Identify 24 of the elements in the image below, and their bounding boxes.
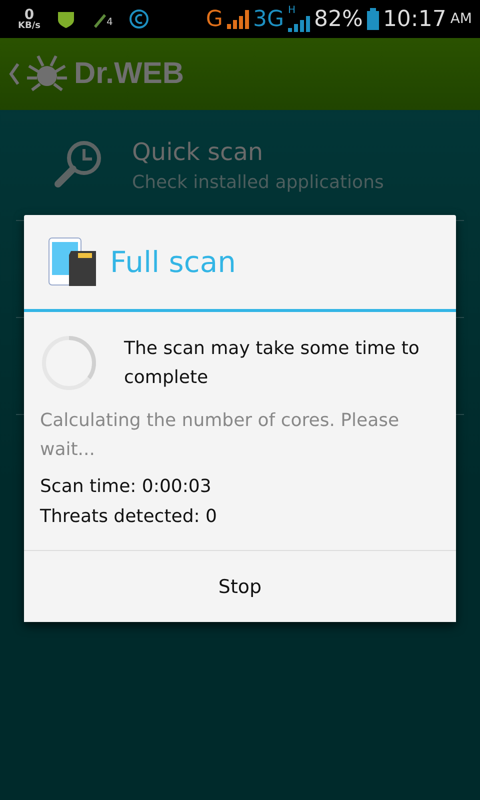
stop-button[interactable]: Stop — [24, 550, 456, 622]
menu-item-subtitle: Check installed applications — [132, 172, 384, 192]
threats-count: Threats detected: 0 — [40, 505, 218, 529]
sim-number-label: 4 — [106, 17, 113, 28]
signal-icon — [226, 9, 249, 29]
app-title: Dr.WEB — [74, 57, 184, 91]
phone-sd-card-icon — [48, 237, 98, 287]
dialog-title: Full scan — [110, 245, 236, 279]
dialog-message: The scan may take some time to complete — [124, 337, 420, 390]
signal-icon — [288, 16, 310, 32]
scan-time: Scan time: 0:00:03 — [40, 475, 212, 499]
network-type: G — [206, 6, 223, 32]
network-speed-label: H — [288, 6, 296, 16]
network-type: 3G — [252, 6, 284, 32]
back-icon[interactable] — [8, 62, 20, 86]
loading-spinner — [40, 334, 98, 392]
speed-value: 0 — [24, 8, 34, 22]
battery-percent: 82% — [314, 6, 363, 32]
clock-meridiem: AM — [450, 11, 472, 27]
speed-unit: KB/s — [18, 22, 40, 30]
clock-time: 10:17 — [382, 6, 446, 32]
copyright-icon — [128, 9, 149, 29]
progress-status: Calculating the number of cores. Please wait... — [40, 409, 400, 462]
shield-icon — [56, 9, 76, 29]
